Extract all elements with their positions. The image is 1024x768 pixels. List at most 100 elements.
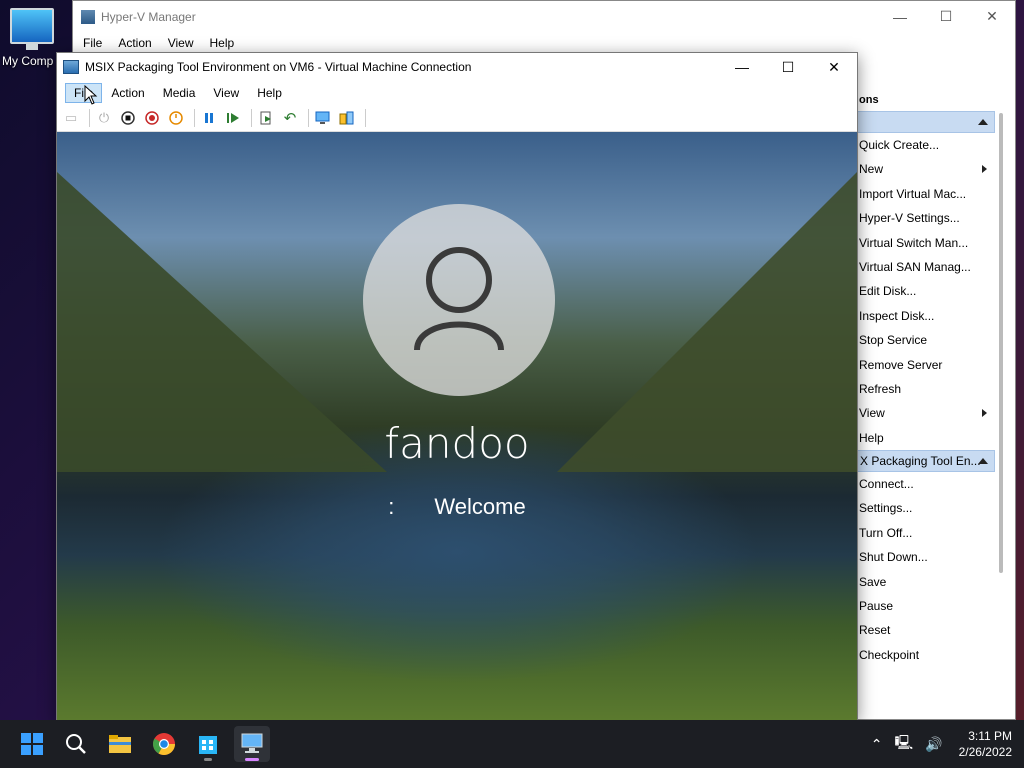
shut-down-icon[interactable] — [142, 108, 162, 128]
vm-menu-media[interactable]: Media — [154, 83, 205, 103]
action-item[interactable]: Stop Service — [857, 328, 995, 352]
hyperv-title-bar[interactable]: Hyper-V Manager — ☐ ✕ — [73, 1, 1015, 32]
minimize-icon[interactable]: — — [877, 1, 923, 32]
action-item-label: Hyper-V Settings... — [859, 211, 960, 226]
resume-icon[interactable] — [223, 108, 243, 128]
enhanced-session-icon[interactable] — [313, 108, 333, 128]
power-icon[interactable] — [166, 108, 186, 128]
action-item[interactable]: Hyper-V Settings... — [857, 206, 995, 230]
maximize-icon[interactable]: ☐ — [923, 1, 969, 32]
vm-toolbar: ▭ ⏻ ↶ — [57, 105, 857, 132]
hyperv-title: Hyper-V Manager — [101, 9, 196, 24]
vm-connection-window: MSIX Packaging Tool Environment on VM6 -… — [56, 52, 858, 720]
action-item-label: Settings... — [859, 501, 913, 516]
clock[interactable]: 3:11 PM 2/26/2022 — [959, 728, 1012, 760]
action-item[interactable]: Virtual SAN Manag... — [857, 255, 995, 279]
start-button[interactable] — [14, 726, 50, 762]
actions-pane: ons Quick Create... New Import Virtual Mac… — [857, 89, 995, 689]
close-icon[interactable]: ✕ — [811, 52, 857, 83]
actions-section-vm-label: X Packaging Tool En... — [860, 454, 981, 469]
action-item[interactable]: Shut Down... — [857, 545, 995, 569]
action-item[interactable]: Refresh — [857, 377, 995, 401]
taskbar-file-explorer[interactable] — [102, 726, 138, 762]
vm-menu-view[interactable]: View — [204, 83, 248, 103]
chevron-up-icon[interactable]: ⌃ — [871, 736, 883, 753]
toolbar-separator — [89, 109, 90, 127]
taskbar-msix-tool[interactable] — [190, 726, 226, 762]
action-item-label: Save — [859, 574, 887, 589]
maximize-icon[interactable]: ☐ — [765, 52, 811, 83]
action-item-label: Connect... — [859, 477, 914, 492]
collapse-up-icon[interactable] — [978, 119, 988, 125]
collapse-up-icon[interactable] — [978, 458, 988, 465]
action-item[interactable]: Import Virtual Mac... — [857, 182, 995, 206]
checkpoint-icon[interactable] — [256, 108, 276, 128]
start-icon[interactable]: ⏻ — [94, 108, 114, 128]
vm-screen[interactable]: fandoo : Welcome — [57, 132, 857, 720]
action-item[interactable]: Edit Disk... — [857, 279, 995, 303]
action-item[interactable]: Connect... — [857, 472, 995, 496]
hyperv-menu-help[interactable]: Help — [202, 36, 243, 50]
minimize-icon[interactable]: — — [719, 52, 765, 83]
volume-icon[interactable]: 🔊 — [925, 736, 942, 753]
share-icon[interactable] — [337, 108, 357, 128]
turn-off-icon[interactable] — [118, 108, 138, 128]
action-item[interactable]: Quick Create... — [857, 133, 995, 157]
action-item[interactable]: Turn Off... — [857, 521, 995, 545]
hyperv-menu-file[interactable]: File — [75, 36, 110, 50]
user-icon — [414, 247, 504, 351]
action-item[interactable]: Checkpoint — [857, 643, 995, 667]
action-item[interactable]: Virtual Switch Man... — [857, 231, 995, 255]
actions-scrollbar[interactable] — [999, 113, 1003, 573]
action-item-label: Quick Create... — [859, 138, 940, 152]
actions-server-list: Quick Create... New Import Virtual Mac... H… — [857, 133, 995, 450]
vm-menu-bar: File Action Media View Help — [57, 81, 857, 105]
actions-vm-list: Connect... Settings... Turn Off... Shut Dow… — [857, 472, 995, 667]
clock-time: 3:11 PM — [968, 729, 1012, 743]
vm-menu-help[interactable]: Help — [248, 83, 291, 103]
actions-section-vm[interactable]: X Packaging Tool En... — [857, 450, 995, 473]
vm-title-bar[interactable]: MSIX Packaging Tool Environment on VM6 -… — [57, 53, 857, 81]
windows-logo-icon — [21, 733, 43, 755]
active-indicator — [245, 758, 259, 761]
monitor-icon — [10, 8, 54, 50]
submenu-arrow-icon — [982, 165, 987, 174]
action-item[interactable]: Remove Server — [857, 353, 995, 377]
ctrl-alt-del-icon[interactable]: ▭ — [61, 108, 81, 128]
login-username: fandoo — [384, 419, 530, 468]
action-item[interactable]: Save — [857, 570, 995, 594]
action-item[interactable]: Settings... — [857, 496, 995, 520]
action-item-label: New — [859, 162, 884, 177]
action-item[interactable]: Help — [857, 426, 995, 450]
toolbar-separator — [194, 109, 195, 127]
action-item-label: Help — [859, 430, 884, 445]
toolbar-separator — [308, 109, 309, 127]
hyperv-menu-view[interactable]: View — [160, 36, 202, 50]
hyperv-manager-icon — [81, 9, 95, 24]
close-icon[interactable]: ✕ — [969, 1, 1015, 32]
actions-section-server[interactable] — [857, 111, 995, 133]
action-item-label: Stop Service — [859, 333, 928, 348]
actions-header: ons — [859, 94, 879, 106]
network-icon[interactable]: 🖳 — [894, 732, 913, 756]
desktop-icon-label: My Comp — [2, 54, 54, 68]
taskbar-chrome[interactable] — [146, 726, 182, 762]
action-item[interactable]: Pause — [857, 594, 995, 618]
search-icon — [66, 734, 86, 754]
mouse-cursor-icon — [84, 85, 98, 105]
running-indicator — [204, 758, 212, 761]
hyperv-menu-action[interactable]: Action — [110, 36, 159, 50]
desktop-icon-my-computer[interactable]: My Comp — [2, 8, 62, 68]
action-item[interactable]: Inspect Disk... — [857, 304, 995, 328]
action-item[interactable]: Reset — [857, 618, 995, 642]
action-item[interactable]: View — [857, 401, 995, 425]
search-button[interactable] — [58, 726, 94, 762]
toolbar-separator — [251, 109, 252, 127]
pause-icon[interactable] — [199, 108, 219, 128]
action-item-label: Refresh — [859, 381, 902, 396]
action-item-label: Turn Off... — [859, 525, 913, 540]
vm-menu-action[interactable]: Action — [102, 83, 153, 103]
action-item[interactable]: New — [857, 157, 995, 181]
revert-icon[interactable]: ↶ — [280, 108, 300, 128]
taskbar-vm-connection[interactable] — [234, 726, 270, 762]
